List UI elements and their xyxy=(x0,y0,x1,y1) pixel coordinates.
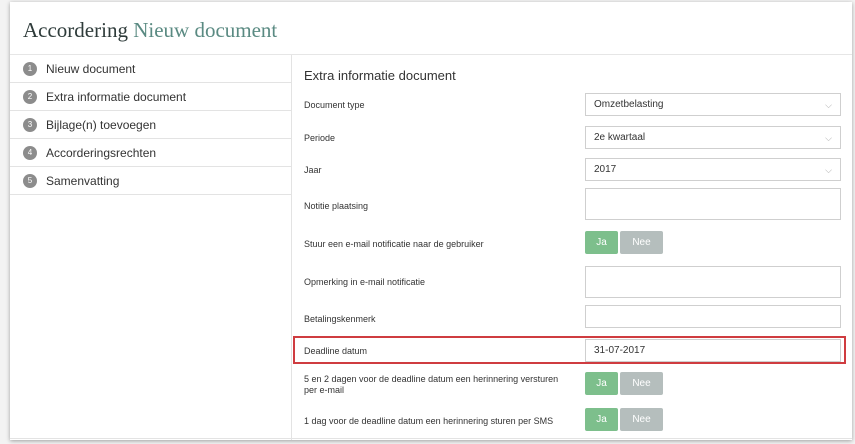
herinnering-email-toggle: Ja Nee xyxy=(585,372,663,395)
ja-button[interactable]: Ja xyxy=(585,372,618,395)
betalingskenmerk-label: Betalingskenmerk xyxy=(304,314,376,324)
document-type-select[interactable]: Omzetbelasting ⌵ xyxy=(585,93,841,116)
step-number-badge: 4 xyxy=(23,145,37,160)
step-label: Extra informatie document xyxy=(46,89,187,104)
nee-button[interactable]: Nee xyxy=(620,231,663,254)
step-number-badge: 3 xyxy=(23,117,37,132)
ja-button[interactable]: Ja xyxy=(585,231,618,254)
step-samenvatting[interactable]: 5 Samenvatting xyxy=(10,167,291,195)
notitie-label: Notitie plaatsing xyxy=(304,201,369,211)
ja-button[interactable]: Ja xyxy=(585,408,618,431)
email-notificatie-label: Stuur een e-mail notificatie naar de geb… xyxy=(304,239,484,249)
chevron-down-icon: ⌵ xyxy=(825,100,832,110)
app-window: Accordering Nieuw document 1 Nieuw docum… xyxy=(10,2,852,440)
content-divider xyxy=(291,55,292,440)
title-main: Accordering xyxy=(23,18,128,42)
periode-value: 2e kwartaal xyxy=(594,132,646,143)
step-accorderingsrechten[interactable]: 4 Accorderingsrechten xyxy=(10,139,291,167)
jaar-select[interactable]: 2017 ⌵ xyxy=(585,158,841,181)
step-number-badge: 1 xyxy=(23,61,37,76)
step-label: Samenvatting xyxy=(46,173,120,188)
herinnering-sms-label: 1 dag voor de deadline datum een herinne… xyxy=(304,416,554,426)
step-label: Bijlage(n) toevoegen xyxy=(46,117,157,132)
step-number-badge: 5 xyxy=(23,173,37,188)
document-type-value: Omzetbelasting xyxy=(594,99,664,110)
nee-button[interactable]: Nee xyxy=(620,372,663,395)
document-type-label: Document type xyxy=(304,100,365,110)
chevron-down-icon: ⌵ xyxy=(825,165,832,175)
herinnering-email-label: 5 en 2 dagen voor de deadline datum een … xyxy=(304,374,559,395)
title-document: Nieuw document xyxy=(133,18,278,42)
step-nieuw-document[interactable]: 1 Nieuw document xyxy=(10,55,291,83)
periode-select[interactable]: 2e kwartaal ⌵ xyxy=(585,126,841,149)
herinnering-sms-toggle: Ja Nee xyxy=(585,408,663,431)
bottom-divider xyxy=(10,438,852,439)
form-section-title: Extra informatie document xyxy=(304,68,456,83)
page-title: Accordering Nieuw document xyxy=(23,18,277,43)
periode-label: Periode xyxy=(304,133,336,143)
deadline-highlight-box xyxy=(293,336,846,364)
chevron-down-icon: ⌵ xyxy=(825,133,832,143)
opmerking-label: Opmerking in e-mail notificatie xyxy=(304,277,426,287)
step-bijlagen[interactable]: 3 Bijlage(n) toevoegen xyxy=(10,111,291,139)
steps-sidebar: 1 Nieuw document 2 Extra informatie docu… xyxy=(10,55,291,195)
notitie-input[interactable] xyxy=(585,188,841,220)
jaar-label: Jaar xyxy=(304,165,322,175)
step-extra-informatie[interactable]: 2 Extra informatie document xyxy=(10,83,291,111)
step-number-badge: 2 xyxy=(23,89,37,104)
step-label: Nieuw document xyxy=(46,61,136,76)
nee-button[interactable]: Nee xyxy=(620,408,663,431)
betalingskenmerk-input[interactable] xyxy=(585,305,841,328)
jaar-value: 2017 xyxy=(594,164,617,175)
opmerking-input[interactable] xyxy=(585,266,841,298)
step-label: Accorderingsrechten xyxy=(46,145,157,160)
email-notificatie-toggle: Ja Nee xyxy=(585,231,663,254)
